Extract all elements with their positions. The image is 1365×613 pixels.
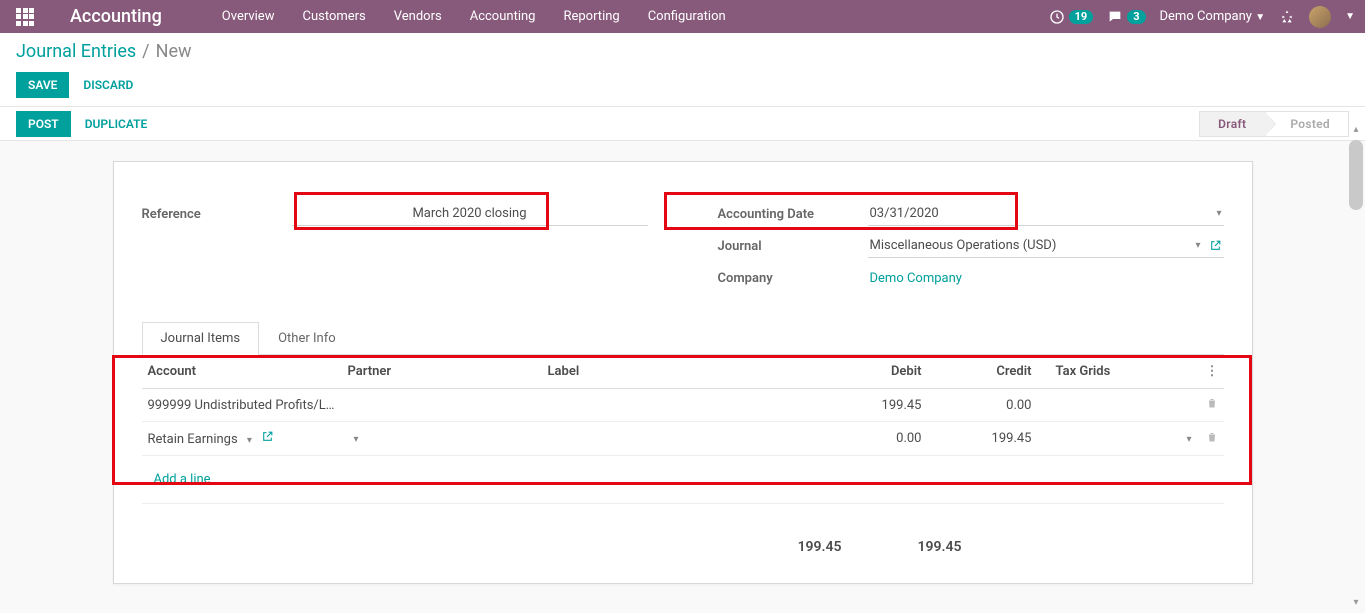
reference-label: Reference bbox=[142, 207, 292, 222]
col-credit: Credit bbox=[928, 355, 1038, 389]
breadcrumb-sep: / bbox=[142, 41, 149, 62]
discuss-badge: 3 bbox=[1127, 10, 1145, 24]
menu-accounting[interactable]: Accounting bbox=[456, 1, 550, 32]
accounting-date-label: Accounting Date bbox=[718, 207, 868, 222]
table-row[interactable]: 999999 Undistributed Profits/L… 199.45 0… bbox=[142, 389, 1224, 422]
company-label: Company bbox=[718, 271, 868, 286]
cell-partner[interactable]: ▾ bbox=[342, 422, 542, 456]
cell-credit[interactable]: 199.45 bbox=[928, 422, 1038, 456]
caret-down-icon: ▾ bbox=[1216, 208, 1221, 219]
total-debit: 199.45 bbox=[798, 539, 842, 555]
debug-icon[interactable] bbox=[1279, 9, 1295, 25]
activity-button[interactable]: 19 bbox=[1049, 9, 1094, 25]
cell-debit[interactable]: 199.45 bbox=[818, 389, 928, 422]
caret-down-icon: ▾ bbox=[1195, 240, 1200, 251]
table-row-add: Add a line bbox=[142, 456, 1224, 504]
company-switcher[interactable]: Demo Company ▼ bbox=[1160, 9, 1266, 24]
cell-label[interactable] bbox=[542, 389, 818, 422]
caret-down-icon: ▾ bbox=[247, 435, 252, 446]
control-panel: Journal Entries / New Save Discard bbox=[0, 33, 1365, 107]
notebook-tabs: Journal Items Other Info bbox=[142, 322, 1224, 355]
apps-icon[interactable] bbox=[16, 8, 34, 26]
cell-credit[interactable]: 0.00 bbox=[928, 389, 1038, 422]
caret-down-icon: ▾ bbox=[1186, 434, 1191, 445]
cell-taxgrids[interactable]: ▾ bbox=[1038, 422, 1198, 456]
journal-items-table: Account Partner Label Debit Credit Tax G… bbox=[142, 355, 1224, 503]
activity-badge: 19 bbox=[1069, 10, 1094, 24]
duplicate-button[interactable]: Duplicate bbox=[85, 117, 148, 131]
totals-row: 199.45 199.45 bbox=[142, 521, 1224, 573]
chat-icon bbox=[1107, 9, 1123, 25]
status-draft[interactable]: Draft bbox=[1199, 111, 1265, 137]
tab-journal-items[interactable]: Journal Items bbox=[142, 322, 260, 355]
main-menu: Overview Customers Vendors Accounting Re… bbox=[208, 1, 740, 32]
trash-icon[interactable] bbox=[1206, 398, 1218, 413]
cell-debit[interactable]: 0.00 bbox=[818, 422, 928, 456]
form-sheet: Reference March 2020 closing Accounting … bbox=[113, 161, 1253, 584]
cell-account[interactable]: Retain Earnings ▾ bbox=[142, 422, 342, 456]
breadcrumb: Journal Entries / New bbox=[16, 41, 1349, 62]
external-link-icon[interactable] bbox=[261, 430, 274, 443]
top-navbar: Accounting Overview Customers Vendors Ac… bbox=[0, 0, 1365, 33]
col-account: Account bbox=[142, 355, 342, 389]
journal-input[interactable]: Miscellaneous Operations (USD) ▾ bbox=[868, 234, 1224, 258]
breadcrumb-current: New bbox=[156, 41, 192, 62]
app-brand[interactable]: Accounting bbox=[70, 6, 162, 27]
col-partner: Partner bbox=[342, 355, 542, 389]
accounting-date-input[interactable]: 03/31/2020▾ bbox=[868, 202, 1224, 226]
col-label: Label bbox=[542, 355, 818, 389]
breadcrumb-parent[interactable]: Journal Entries bbox=[16, 41, 136, 62]
col-debit: Debit bbox=[818, 355, 928, 389]
cell-label[interactable] bbox=[542, 422, 818, 456]
journal-label: Journal bbox=[718, 239, 868, 254]
cell-taxgrids[interactable] bbox=[1038, 389, 1198, 422]
user-caret-icon[interactable]: ▼ bbox=[1345, 11, 1355, 22]
status-posted[interactable]: Posted bbox=[1265, 111, 1349, 137]
scroll-down-icon[interactable]: ▾ bbox=[1349, 597, 1363, 611]
cell-account[interactable]: 999999 Undistributed Profits/L… bbox=[142, 389, 342, 422]
table-row[interactable]: Retain Earnings ▾ ▾ 0.00 199.45 ▾ bbox=[142, 422, 1224, 456]
company-value[interactable]: Demo Company bbox=[868, 267, 1224, 290]
scrollbar-thumb[interactable] bbox=[1349, 140, 1363, 210]
columns-menu-icon[interactable]: ⋮ bbox=[1206, 364, 1218, 379]
discard-button[interactable]: Discard bbox=[83, 78, 133, 92]
menu-configuration[interactable]: Configuration bbox=[634, 1, 740, 32]
clock-icon bbox=[1049, 9, 1065, 25]
user-avatar[interactable] bbox=[1309, 6, 1331, 28]
add-line-button[interactable]: Add a line bbox=[148, 464, 217, 495]
col-taxgrids: Tax Grids bbox=[1038, 355, 1198, 389]
cell-partner[interactable] bbox=[342, 389, 542, 422]
menu-vendors[interactable]: Vendors bbox=[380, 1, 456, 32]
discuss-button[interactable]: 3 bbox=[1107, 9, 1145, 25]
save-button[interactable]: Save bbox=[16, 72, 69, 98]
menu-customers[interactable]: Customers bbox=[288, 1, 379, 32]
trash-icon[interactable] bbox=[1206, 432, 1218, 447]
menu-overview[interactable]: Overview bbox=[208, 1, 289, 32]
menu-reporting[interactable]: Reporting bbox=[549, 1, 633, 32]
reference-input[interactable]: March 2020 closing bbox=[292, 202, 648, 226]
total-credit: 199.45 bbox=[918, 539, 962, 555]
external-link-icon[interactable] bbox=[1209, 239, 1222, 252]
tab-other-info[interactable]: Other Info bbox=[259, 322, 355, 355]
post-button[interactable]: Post bbox=[16, 111, 71, 137]
status-bar: Post Duplicate Draft Posted bbox=[0, 107, 1365, 141]
caret-down-icon: ▾ bbox=[354, 434, 359, 445]
scroll-up-icon[interactable]: ▴ bbox=[1349, 124, 1363, 138]
